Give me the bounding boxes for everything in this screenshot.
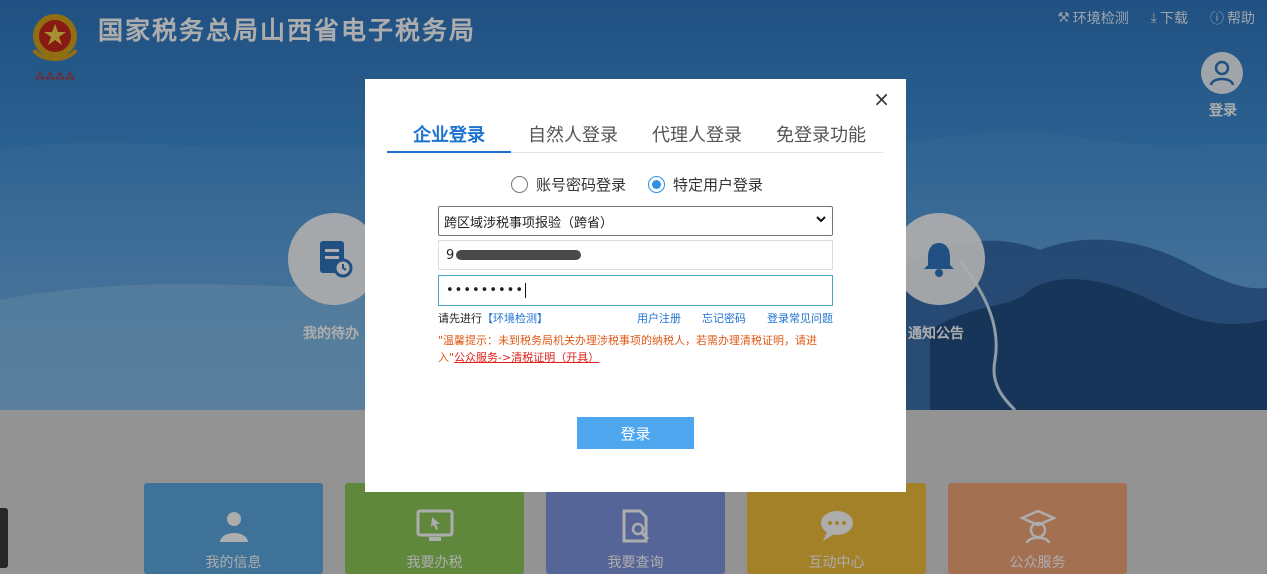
helper-prefix: 请先进行 xyxy=(438,312,482,325)
radio-unchecked-icon xyxy=(511,176,528,193)
text-caret xyxy=(525,283,527,298)
password-value: ••••••••• xyxy=(446,283,525,298)
login-tabs: 企业登录 自然人登录 代理人登录 免登录功能 xyxy=(387,121,883,153)
chevron-down-icon xyxy=(816,213,826,227)
register-link[interactable]: 用户注册 xyxy=(637,310,681,326)
forgot-password-link[interactable]: 忘记密码 xyxy=(702,310,746,326)
account-visible-prefix: 9 xyxy=(446,247,455,263)
tab-agent-login[interactable]: 代理人登录 xyxy=(635,121,759,153)
helper-right-links: 用户注册 忘记密码 登录常见问题 xyxy=(637,310,833,326)
tab-individual-login[interactable]: 自然人登录 xyxy=(511,121,635,153)
tax-clearance-link[interactable]: 公众服务->清税证明（开具） xyxy=(454,351,599,364)
password-input[interactable]: ••••••••• xyxy=(438,275,833,306)
radio-specific-user-login-label: 特定用户登录 xyxy=(673,176,764,194)
env-check-inline-link[interactable]: 【环境检测】 xyxy=(482,310,548,326)
tab-no-login-functions[interactable]: 免登录功能 xyxy=(759,121,883,153)
close-icon[interactable]: × xyxy=(873,89,890,109)
redacted-account-mask xyxy=(456,250,582,260)
user-type-select-value: 跨区域涉税事项报验（跨省） xyxy=(444,215,614,231)
user-type-select[interactable]: 跨区域涉税事项报验（跨省） xyxy=(438,206,833,236)
radio-password-login[interactable]: 账号密码登录 xyxy=(511,174,626,195)
radio-checked-icon xyxy=(648,176,666,193)
login-faq-link[interactable]: 登录常见问题 xyxy=(767,310,833,326)
radio-password-login-label: 账号密码登录 xyxy=(536,176,627,194)
login-modal: × 企业登录 自然人登录 代理人登录 免登录功能 账号密码登录 特定用户登录 跨… xyxy=(365,79,906,492)
warm-tip: "温馨提示：未到税务局机关办理涉税事项的纳税人，若需办理清税证明，请进入"公众服… xyxy=(438,332,818,366)
login-mode-group: 账号密码登录 特定用户登录 xyxy=(511,174,763,195)
helper-links: 请先进行 【环境检测】 用户注册 忘记密码 登录常见问题 xyxy=(438,310,833,326)
login-submit-button[interactable]: 登录 xyxy=(577,417,694,449)
radio-specific-user-login[interactable]: 特定用户登录 xyxy=(648,174,763,195)
tab-enterprise-login[interactable]: 企业登录 xyxy=(387,121,511,153)
account-input[interactable]: 9 xyxy=(438,240,833,270)
